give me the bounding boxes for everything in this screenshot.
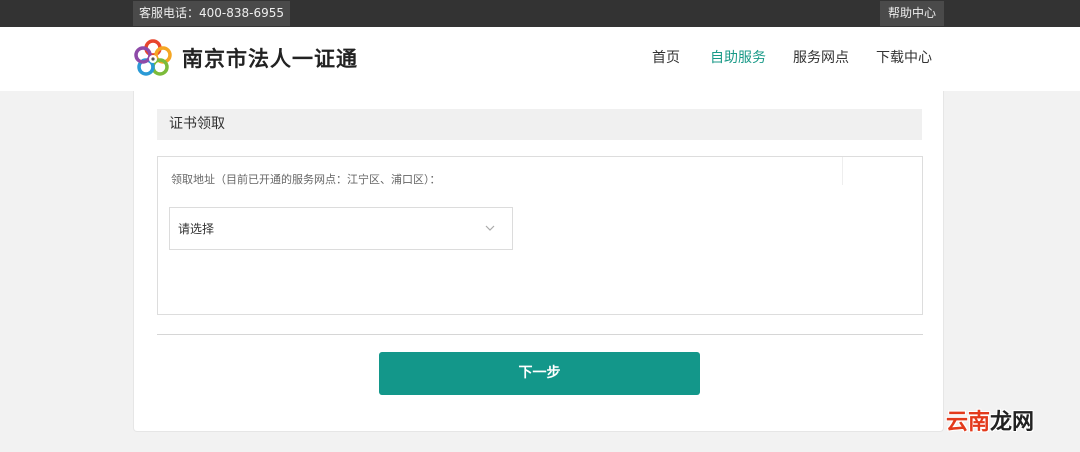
pickup-address-label: 领取地址（目前已开通的服务网点：江宁区、浦口区）： xyxy=(171,173,441,186)
content-panel: 证书领取 领取地址（目前已开通的服务网点：江宁区、浦口区）： 请选择 下一步 xyxy=(133,91,944,432)
help-center-link[interactable]: 帮助中心 xyxy=(880,1,944,26)
section-title: 证书领取 xyxy=(157,109,922,140)
chevron-down-icon xyxy=(485,225,495,231)
site-title[interactable]: 南京市法人一证通 xyxy=(182,44,358,74)
watermark-part1: 云南 xyxy=(946,410,991,435)
address-form: 领取地址（目前已开通的服务网点：江宁区、浦口区）： 请选择 xyxy=(157,156,923,315)
select-value: 请选择 xyxy=(178,222,215,236)
top-bar: 客服电话：400-838-6955 帮助中心 xyxy=(0,0,1080,27)
nav-self-service[interactable]: 自助服务 xyxy=(710,48,766,68)
watermark-part2: 龙网 xyxy=(990,410,1035,435)
next-step-button[interactable]: 下一步 xyxy=(379,352,700,395)
nav-download-center[interactable]: 下载中心 xyxy=(876,48,932,68)
pickup-address-select[interactable]: 请选择 xyxy=(169,207,513,250)
nav-service-outlets[interactable]: 服务网点 xyxy=(793,48,849,68)
nav-home[interactable]: 首页 xyxy=(652,48,680,68)
customer-service-hotline: 客服电话：400-838-6955 xyxy=(133,1,291,26)
section-divider xyxy=(157,334,923,335)
watermark: 云南龙网 xyxy=(946,408,1034,438)
site-header: 南京市法人一证通 首页 自助服务 服务网点 下载中心 xyxy=(0,27,1080,91)
divider xyxy=(842,157,843,185)
flower-logo-icon[interactable] xyxy=(133,39,173,79)
